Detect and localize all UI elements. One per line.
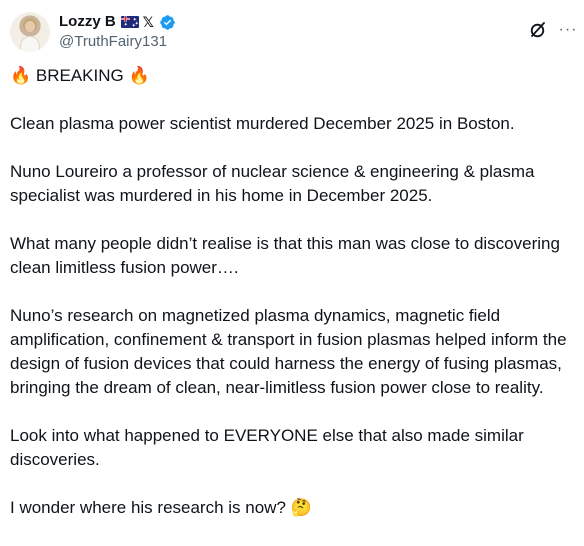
author-handle[interactable]: @TruthFairy131 bbox=[59, 32, 167, 52]
author-name-row: Lozzy B ✦ ✦ ✦ ✦ 𝕏 bbox=[59, 12, 176, 32]
post-paragraph: Clean plasma power scientist murdered De… bbox=[10, 114, 515, 133]
post-text: 🔥 BREAKING 🔥 Clean plasma power scientis… bbox=[10, 64, 576, 520]
post-paragraph: I wonder where his research is now? 🤔 bbox=[10, 498, 312, 517]
avatar-body bbox=[20, 36, 40, 52]
x-logo-icon: 𝕏 bbox=[142, 14, 154, 30]
post-paragraph: Nuno Loureiro a professor of nuclear sci… bbox=[10, 162, 540, 205]
verified-badge-icon[interactable] bbox=[159, 14, 176, 31]
post-paragraph-breaking: 🔥 BREAKING 🔥 bbox=[10, 66, 150, 85]
post-paragraph: Look into what happened to EVERYONE else… bbox=[10, 426, 529, 469]
australia-flag-icon: ✦ ✦ ✦ ✦ bbox=[120, 16, 139, 29]
post-paragraph: Nuno’s research on magnetized plasma dyn… bbox=[10, 306, 572, 397]
post-card: Lozzy B ✦ ✦ ✦ ✦ 𝕏 @TruthFairy131 ··· 🔥 B… bbox=[0, 0, 584, 546]
grok-icon[interactable] bbox=[528, 20, 548, 40]
avatar-face bbox=[25, 21, 35, 32]
post-paragraph: What many people didn’t realise is that … bbox=[10, 234, 565, 277]
post-header: Lozzy B ✦ ✦ ✦ ✦ 𝕏 @TruthFairy131 ··· bbox=[10, 10, 576, 54]
author-display-name[interactable]: Lozzy B bbox=[59, 12, 116, 32]
more-options-icon[interactable]: ··· bbox=[558, 20, 578, 40]
avatar[interactable] bbox=[10, 12, 50, 52]
